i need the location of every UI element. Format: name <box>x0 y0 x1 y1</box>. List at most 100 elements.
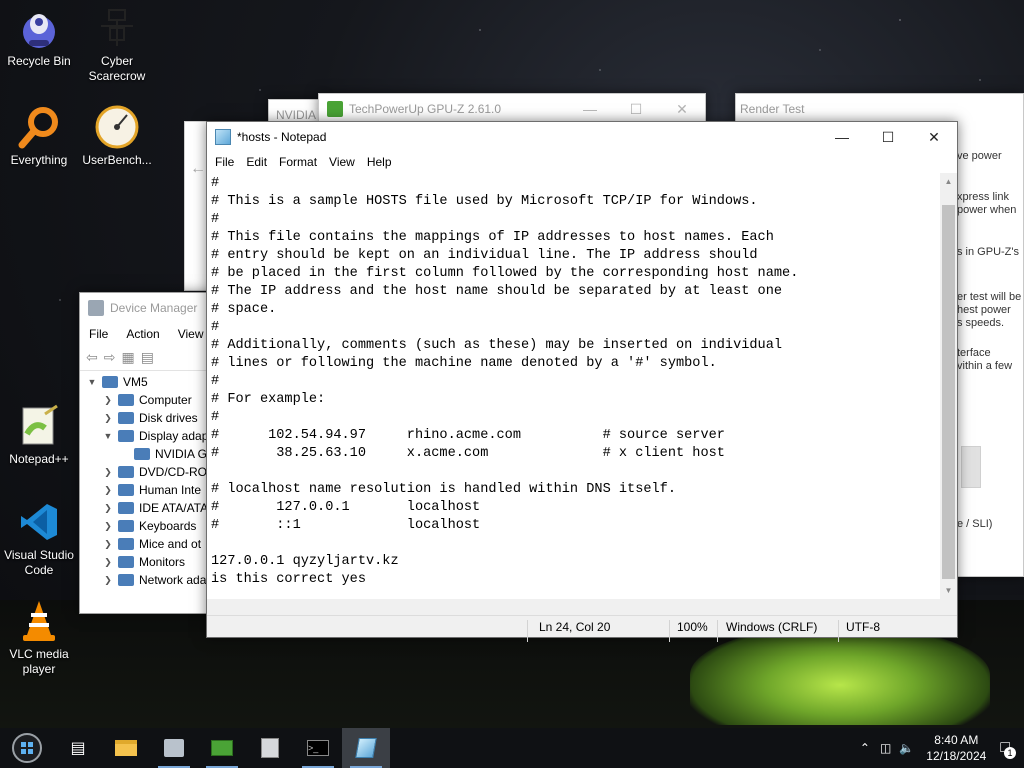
tree-item[interactable]: ❯ Mice and ot <box>80 535 218 553</box>
chevron-right-icon[interactable]: ❯ <box>102 485 114 496</box>
menu-bar: File Action View <box>80 323 218 345</box>
back-arrow-icon[interactable]: ← <box>190 160 206 178</box>
properties-icon[interactable]: ▦ <box>121 349 134 366</box>
scrollbar-thumb[interactable] <box>942 205 955 579</box>
tree-item[interactable]: ❯ Human Inte <box>80 481 218 499</box>
wallpaper-tent <box>690 625 990 725</box>
desktop-icon-vlc[interactable]: VLC media player <box>1 599 77 677</box>
chevron-right-icon[interactable]: ❯ <box>102 539 114 550</box>
scroll-down-icon[interactable]: ▼ <box>940 582 957 599</box>
notepad-icon <box>215 129 231 145</box>
tree-item[interactable]: NVIDIA G <box>80 445 218 463</box>
gpuz-nvidia-tab[interactable]: NVIDIA <box>268 99 322 123</box>
notepad-titlebar[interactable]: *hosts - Notepad — ☐ ✕ <box>207 122 957 152</box>
vertical-scrollbar[interactable]: ▲ ▼ <box>940 173 957 599</box>
show-hidden-icons-icon[interactable]: ⌃ <box>860 741 870 755</box>
desktop-icon-notepadpp[interactable]: Notepad++ <box>1 404 77 467</box>
tree-item[interactable]: ❯ Monitors <box>80 553 218 571</box>
taskbar-notepad[interactable] <box>342 728 390 768</box>
help-icon[interactable]: ▤ <box>141 349 154 366</box>
gpuz-titlebar[interactable]: TechPowerUp GPU-Z 2.61.0 — ☐ ✕ <box>319 94 705 124</box>
chevron-down-icon[interactable]: ▼ <box>102 431 114 441</box>
desktop-icon-vscode[interactable]: Visual Studio Code <box>1 500 77 578</box>
menu-view[interactable]: View <box>323 155 361 169</box>
taskbar-file-explorer[interactable] <box>102 728 150 768</box>
network-icon[interactable]: ◫ <box>880 741 891 755</box>
scarecrow-icon <box>95 6 139 50</box>
vlc-cone-icon <box>17 599 61 643</box>
forward-icon[interactable]: ⇨ <box>104 349 116 366</box>
date: 12/18/2024 <box>926 749 987 763</box>
desktop-icon-label: Recycle Bin <box>7 54 71 68</box>
clock[interactable]: 8:40 AM 12/18/2024 <box>926 732 986 764</box>
device-manager-titlebar[interactable]: Device Manager <box>80 293 218 323</box>
menu-edit[interactable]: Edit <box>240 155 273 169</box>
device-manager-icon <box>164 739 184 757</box>
chevron-right-icon[interactable]: ❯ <box>102 575 114 586</box>
chevron-right-icon[interactable]: ❯ <box>102 467 114 478</box>
tree-item-label: Mice and ot <box>139 537 202 551</box>
taskbar-terminal[interactable]: >_ <box>294 728 342 768</box>
tree-item[interactable]: ❯ Computer <box>80 391 218 409</box>
close-button[interactable]: ✕ <box>659 94 705 124</box>
close-button[interactable]: ✕ <box>911 122 957 152</box>
back-icon[interactable]: ⇦ <box>86 349 98 366</box>
start-button[interactable] <box>961 446 981 488</box>
window-title: *hosts - Notepad <box>237 130 327 144</box>
chevron-right-icon[interactable]: ❯ <box>102 395 114 406</box>
tree-item[interactable]: ❯ Keyboards <box>80 517 218 535</box>
tree-item[interactable]: ❯ Disk drives <box>80 409 218 427</box>
taskbar-device-manager[interactable] <box>150 728 198 768</box>
notification-icon[interactable]: □1 <box>1000 739 1016 759</box>
menu-file[interactable]: File <box>80 327 117 341</box>
chevron-down-icon[interactable]: ▼ <box>86 377 98 387</box>
chevron-right-icon[interactable]: ❯ <box>102 413 114 424</box>
device-manager-window[interactable]: Device Manager File Action View ⇦ ⇨ ▦ ▤ … <box>79 292 219 614</box>
tree-item-label: NVIDIA G <box>155 447 208 461</box>
volume-muted-icon[interactable]: 🔈 <box>899 741 914 755</box>
taskbar-gpuz[interactable] <box>198 728 246 768</box>
chevron-right-icon[interactable]: ❯ <box>102 503 114 514</box>
taskbar-installer[interactable] <box>246 728 294 768</box>
status-divider <box>527 620 528 642</box>
start-button[interactable] <box>0 728 54 768</box>
tree-item[interactable]: ❯ DVD/CD-RO <box>80 463 218 481</box>
minimize-button[interactable]: — <box>567 94 613 124</box>
taskbar: ▤ >_ ⌃ ◫ 🔈 8:40 AM 12/18/2024 □1 <box>0 728 1024 768</box>
system-tray: ⌃ ◫ 🔈 8:40 AM 12/18/2024 □1 <box>860 728 1024 768</box>
task-view-button[interactable]: ▤ <box>54 728 102 768</box>
menu-help[interactable]: Help <box>361 155 398 169</box>
tree-item[interactable]: ▼ Display adap <box>80 427 218 445</box>
gpuz-window[interactable]: TechPowerUp GPU-Z 2.61.0 — ☐ ✕ <box>318 93 706 124</box>
desktop-icon-everything[interactable]: Everything <box>1 105 77 168</box>
notepad-window[interactable]: *hosts - Notepad — ☐ ✕ File Edit Format … <box>206 121 958 642</box>
desktop-icon-userbench[interactable]: UserBench... <box>79 105 155 168</box>
minimize-button[interactable]: — <box>819 122 865 152</box>
menu-format[interactable]: Format <box>273 155 323 169</box>
windows-logo-icon <box>12 733 42 763</box>
chevron-right-icon[interactable]: ❯ <box>102 521 114 532</box>
tree-item-label: Monitors <box>139 555 186 569</box>
zoom-level: 100% <box>677 620 708 634</box>
tree-item[interactable]: ❯ Network ada <box>80 571 218 589</box>
gpuz-icon <box>211 740 233 756</box>
tree-item[interactable]: ▼ VM5 <box>80 373 218 391</box>
device-category-icon <box>102 376 118 388</box>
desktop-icon-recycle-bin[interactable]: Recycle Bin <box>1 6 77 69</box>
device-category-icon <box>118 412 134 424</box>
desktop-icon-cyber-scarecrow[interactable]: Cyber Scarecrow <box>79 6 155 84</box>
menu-action[interactable]: Action <box>117 327 168 341</box>
tree-item-label: Network ada <box>139 573 207 587</box>
render-test-titlebar[interactable]: Render Test <box>736 94 1023 124</box>
device-category-icon <box>118 556 134 568</box>
chevron-right-icon[interactable]: ❯ <box>102 557 114 568</box>
scroll-up-icon[interactable]: ▲ <box>940 173 957 190</box>
maximize-button[interactable]: ☐ <box>865 122 911 152</box>
maximize-button[interactable]: ☐ <box>613 94 659 124</box>
text-editor[interactable]: # # This is a sample HOSTS file used by … <box>207 173 941 599</box>
tree-item[interactable]: ❯ IDE ATA/ATA <box>80 499 218 517</box>
menu-file[interactable]: File <box>209 155 240 169</box>
status-divider <box>717 620 718 642</box>
menu-bar: File Edit Format View Help <box>207 152 957 172</box>
horizontal-scrollbar[interactable] <box>207 599 941 616</box>
